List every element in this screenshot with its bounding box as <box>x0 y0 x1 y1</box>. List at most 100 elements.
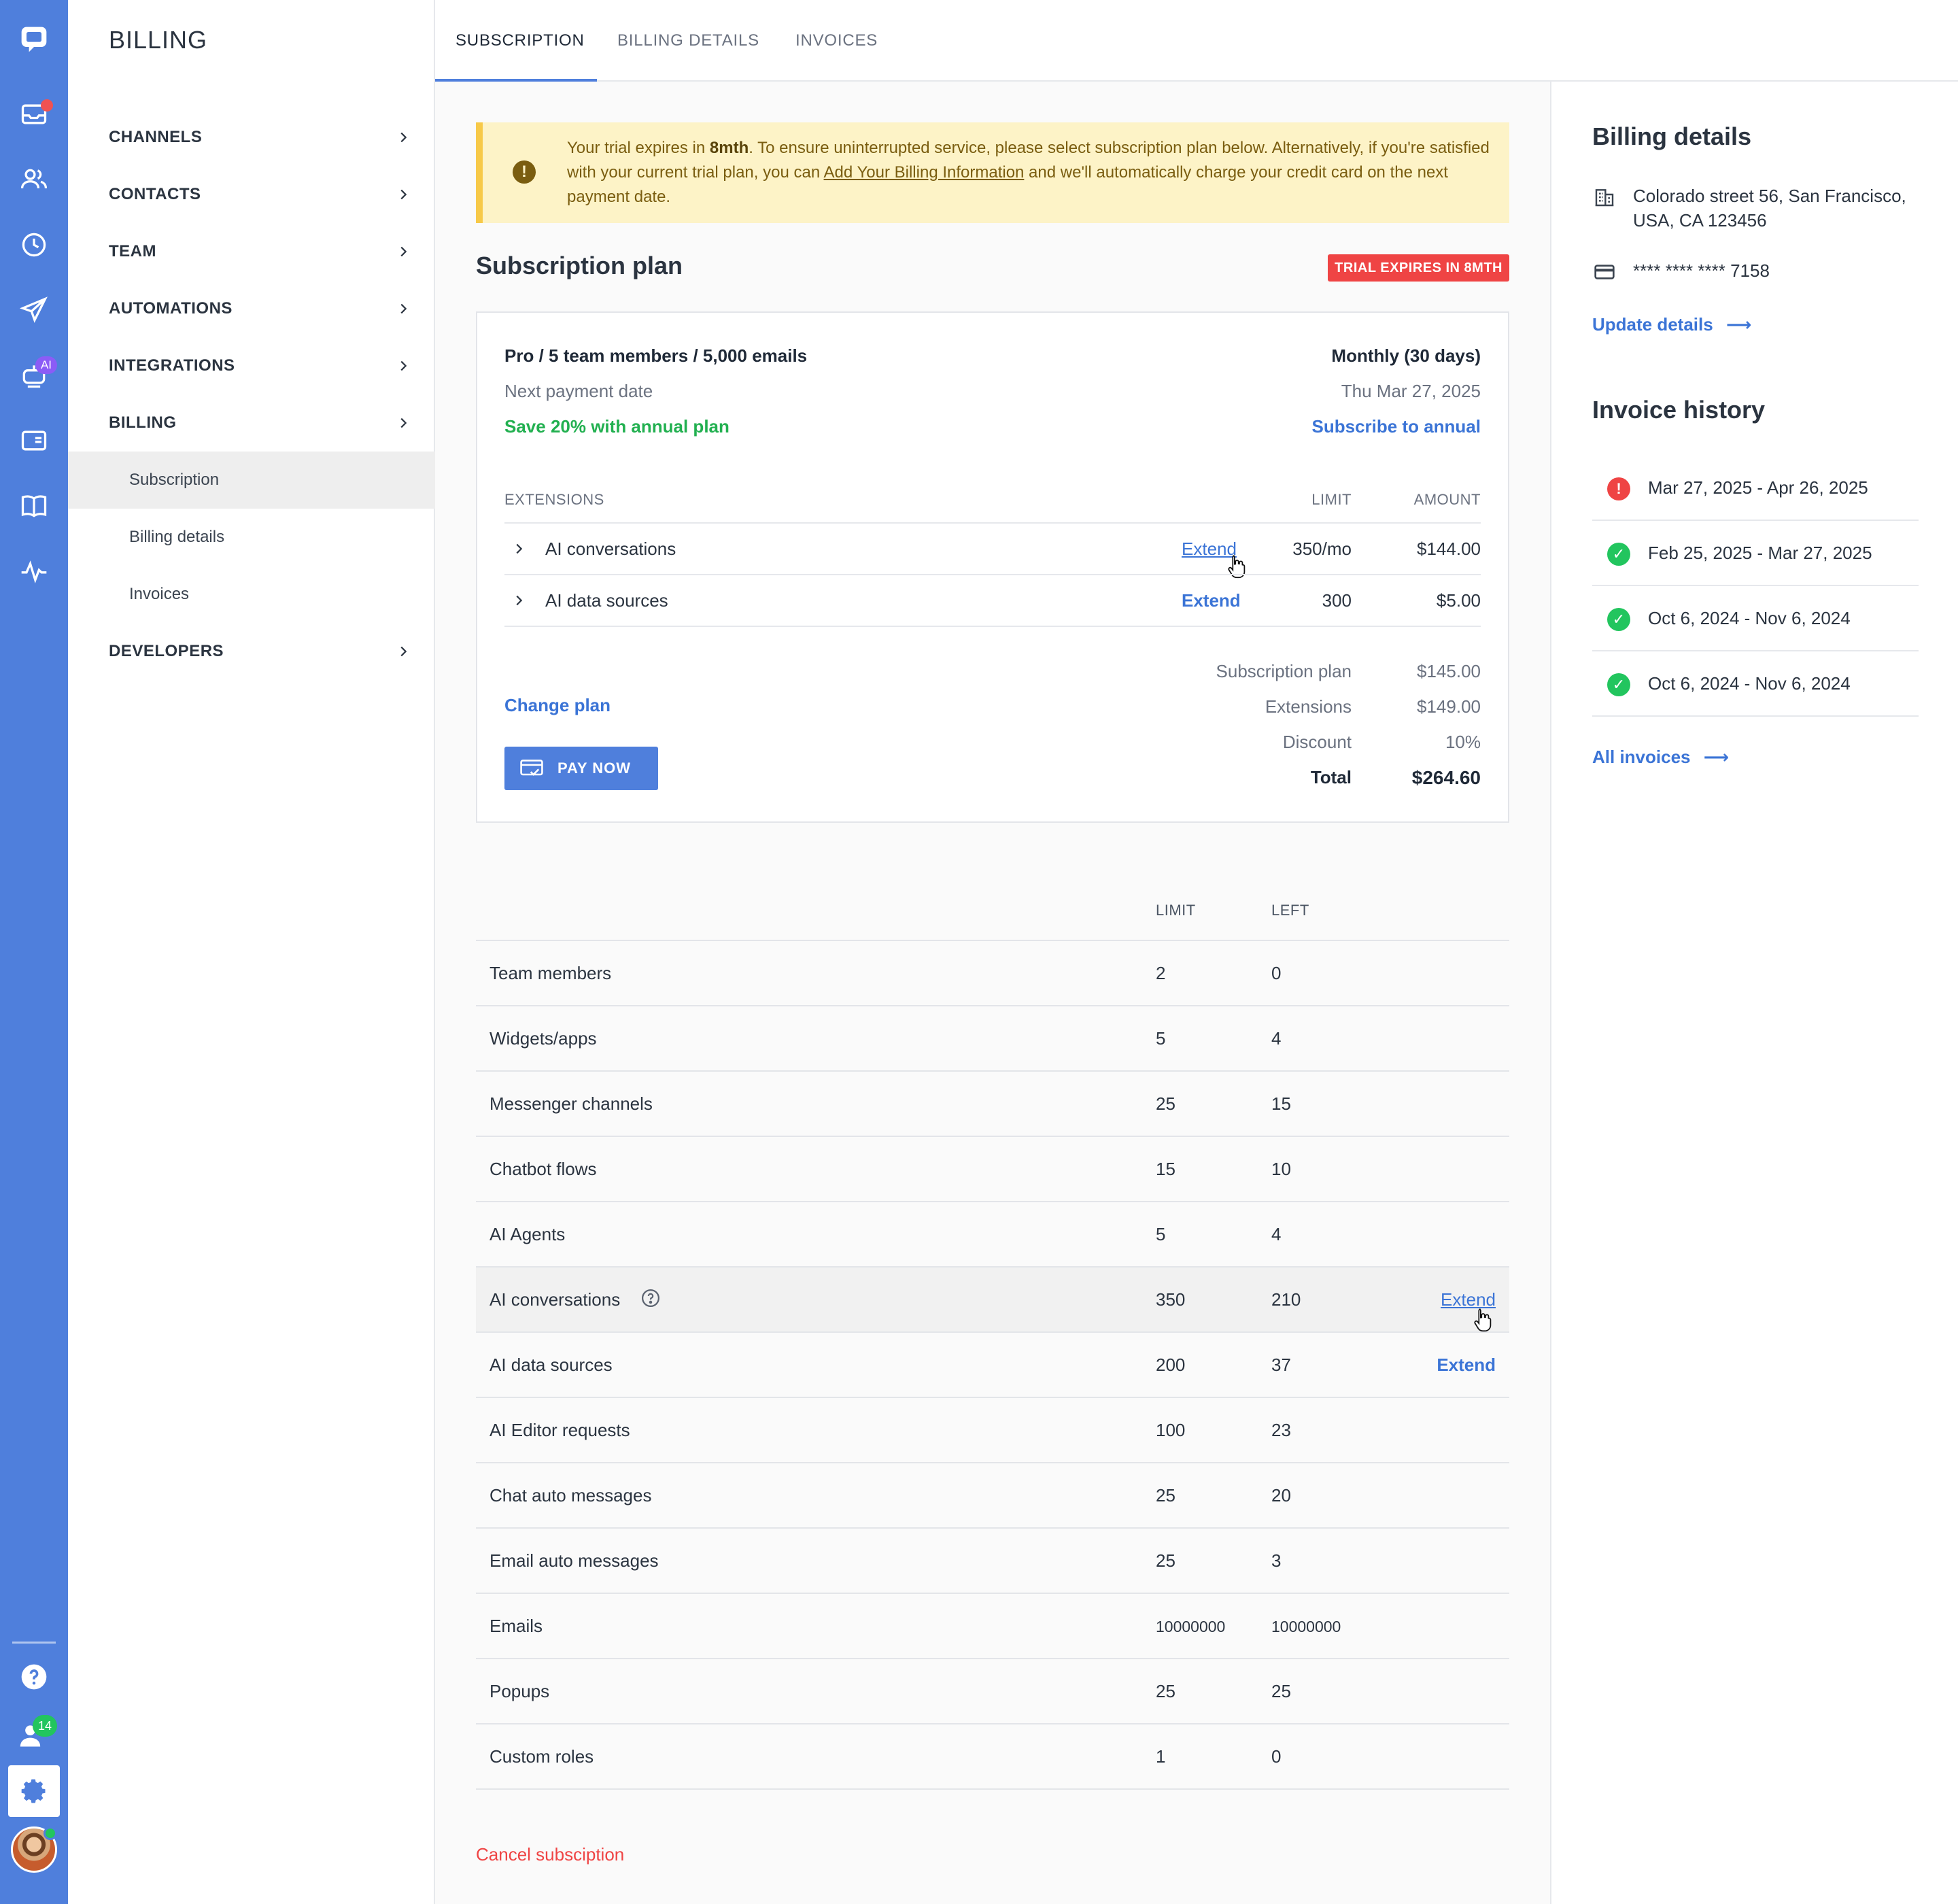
cancel-subscription-link[interactable]: Cancel subsciption <box>476 1844 624 1865</box>
invoice-item[interactable]: ✓ Feb 25, 2025 - Mar 27, 2025 <box>1592 521 1919 586</box>
extend-link[interactable]: Extend <box>1182 590 1241 611</box>
invoice-date-range: Mar 27, 2025 - Apr 26, 2025 <box>1648 477 1868 498</box>
resource-limit: 25 <box>1156 1093 1175 1114</box>
resource-limit: 5 <box>1156 1028 1166 1049</box>
history-icon[interactable] <box>0 212 68 277</box>
question-circle-icon[interactable] <box>640 1288 661 1308</box>
change-plan-link[interactable]: Change plan <box>504 695 611 716</box>
send-icon[interactable] <box>0 277 68 343</box>
chevron-right-icon[interactable] <box>511 541 526 556</box>
analytics-icon[interactable] <box>0 539 68 604</box>
team-icon[interactable]: 14 <box>0 1703 68 1768</box>
resource-left: 0 <box>1271 963 1282 983</box>
resource-limit: 2 <box>1156 963 1166 983</box>
resource-name: Emails <box>490 1616 543 1636</box>
amount-column-header: AMOUNT <box>1413 491 1481 508</box>
total-row: Extensions $149.00 <box>1141 696 1481 732</box>
resource-name: AI data sources <box>490 1355 613 1375</box>
update-details-link[interactable]: Update details ⟶ <box>1592 314 1751 335</box>
add-billing-info-link[interactable]: Add Your Billing Information <box>824 163 1025 182</box>
resource-limit: 1 <box>1156 1746 1166 1767</box>
sidebar-item-label: CONTACTS <box>109 185 201 203</box>
resource-name: Widgets/apps <box>490 1028 597 1049</box>
resource-name: Chatbot flows <box>490 1159 597 1179</box>
plan-period: Monthly (30 days) <box>1331 345 1481 366</box>
trial-duration: 8mth <box>709 139 749 157</box>
resource-left: 23 <box>1271 1420 1291 1440</box>
tab-subscription[interactable]: SUBSCRIPTION <box>456 0 585 82</box>
trial-notice: ! Your trial expires in 8mth. To ensure … <box>476 122 1509 223</box>
table-row: Emails 10000000 10000000 <box>476 1594 1509 1659</box>
sidebar-item-developers[interactable]: DEVELOPERS <box>68 623 435 680</box>
table-row: AI Agents 5 4 <box>476 1202 1509 1268</box>
sidebar-item-billing[interactable]: BILLING <box>68 394 435 452</box>
sidebar-subitem-subscription[interactable]: Subscription <box>68 452 435 509</box>
chevron-right-icon[interactable] <box>511 593 526 608</box>
pay-now-button[interactable]: PAY NOW <box>504 747 658 790</box>
sidebar-item-label: AUTOMATIONS <box>109 299 233 318</box>
invoice-item[interactable]: ! Mar 27, 2025 - Apr 26, 2025 <box>1592 456 1919 521</box>
widget-icon[interactable] <box>0 408 68 473</box>
table-row: Popups 25 25 <box>476 1659 1509 1724</box>
total-label: Extensions <box>1265 696 1352 717</box>
invoice-date-range: Oct 6, 2024 - Nov 6, 2024 <box>1648 673 1851 694</box>
all-invoices-link[interactable]: All invoices ⟶ <box>1592 747 1729 768</box>
ai-badge: AI <box>35 356 57 374</box>
extension-row[interactable]: AI data sources Extend 300 $5.00 <box>504 574 1481 626</box>
notice-text-part: Your trial expires in <box>567 139 710 157</box>
plan-card: Pro / 5 team members / 5,000 emails Mont… <box>476 311 1509 823</box>
knowledge-book-icon[interactable] <box>0 473 68 539</box>
invoice-date-range: Oct 6, 2024 - Nov 6, 2024 <box>1648 608 1851 628</box>
chevron-right-icon <box>400 303 407 314</box>
table-row: AI conversations 350 210 Extend <box>476 1268 1509 1333</box>
resource-name: Popups <box>490 1681 550 1701</box>
extension-limit: 350/mo <box>1292 539 1352 559</box>
chevron-right-icon <box>400 646 407 657</box>
resource-name: Chat auto messages <box>490 1485 652 1506</box>
arrow-right-icon: ⟶ <box>1703 747 1730 767</box>
invoice-item[interactable]: ✓ Oct 6, 2024 - Nov 6, 2024 <box>1592 586 1919 651</box>
totals-summary: Subscription plan $145.00 Extensions $14… <box>1141 661 1481 802</box>
extension-limit: 300 <box>1322 590 1352 611</box>
limit-column-header: LIMIT <box>1156 902 1196 919</box>
chevron-right-icon <box>400 360 407 371</box>
resource-left: 4 <box>1271 1028 1282 1049</box>
billing-summary-panel: Billing details Colorado street 56, San … <box>1550 82 1958 1904</box>
total-label: Discount <box>1282 732 1352 752</box>
resource-limit: 10000000 <box>1156 1618 1226 1635</box>
resource-name: AI Agents <box>490 1224 566 1244</box>
resource-left: 10 <box>1271 1159 1291 1179</box>
invoice-item[interactable]: ✓ Oct 6, 2024 - Nov 6, 2024 <box>1592 651 1919 717</box>
check-circle-icon: ✓ <box>1607 543 1630 566</box>
tab-billing-details[interactable]: BILLING DETAILS <box>617 0 759 82</box>
extension-amount: $144.00 <box>1417 539 1481 559</box>
next-payment-label: Next payment date <box>504 381 653 401</box>
tab-invoices[interactable]: INVOICES <box>795 0 878 82</box>
all-invoices-label: All invoices <box>1592 747 1691 767</box>
sidebar-subitem-billing-details[interactable]: Billing details <box>68 509 435 566</box>
contacts-icon[interactable] <box>0 147 68 212</box>
sidebar-item-channels[interactable]: CHANNELS <box>68 109 435 166</box>
ai-bot-icon[interactable]: AI <box>0 343 68 408</box>
help-icon[interactable] <box>0 1644 68 1710</box>
extend-link[interactable]: Extend <box>1437 1355 1496 1376</box>
sidebar-item-contacts[interactable]: CONTACTS <box>68 166 435 223</box>
sidebar-item-integrations[interactable]: INTEGRATIONS <box>68 337 435 394</box>
inbox-icon[interactable] <box>0 82 68 147</box>
total-row: Subscription plan $145.00 <box>1141 661 1481 696</box>
resource-left: 37 <box>1271 1355 1291 1375</box>
sidebar-item-team[interactable]: TEAM <box>68 223 435 280</box>
page-title: BILLING <box>109 26 208 54</box>
check-circle-icon: ✓ <box>1607 608 1630 631</box>
sidebar-subitem-invoices[interactable]: Invoices <box>68 566 435 623</box>
subscribe-annual-link[interactable]: Subscribe to annual <box>1312 416 1481 437</box>
resource-left: 210 <box>1271 1289 1301 1310</box>
chat-logo-icon[interactable] <box>0 7 68 72</box>
settings-icon[interactable] <box>8 1765 60 1817</box>
pay-now-label: PAY NOW <box>557 760 632 777</box>
top-tab-bar: SUBSCRIPTION BILLING DETAILS INVOICES <box>435 0 1958 82</box>
table-row: AI data sources 200 37 Extend <box>476 1333 1509 1398</box>
extension-row[interactable]: AI conversations Extend 350/mo $144.00 <box>504 522 1481 579</box>
sidebar-item-automations[interactable]: AUTOMATIONS <box>68 280 435 337</box>
next-payment-date: Thu Mar 27, 2025 <box>1341 381 1481 401</box>
